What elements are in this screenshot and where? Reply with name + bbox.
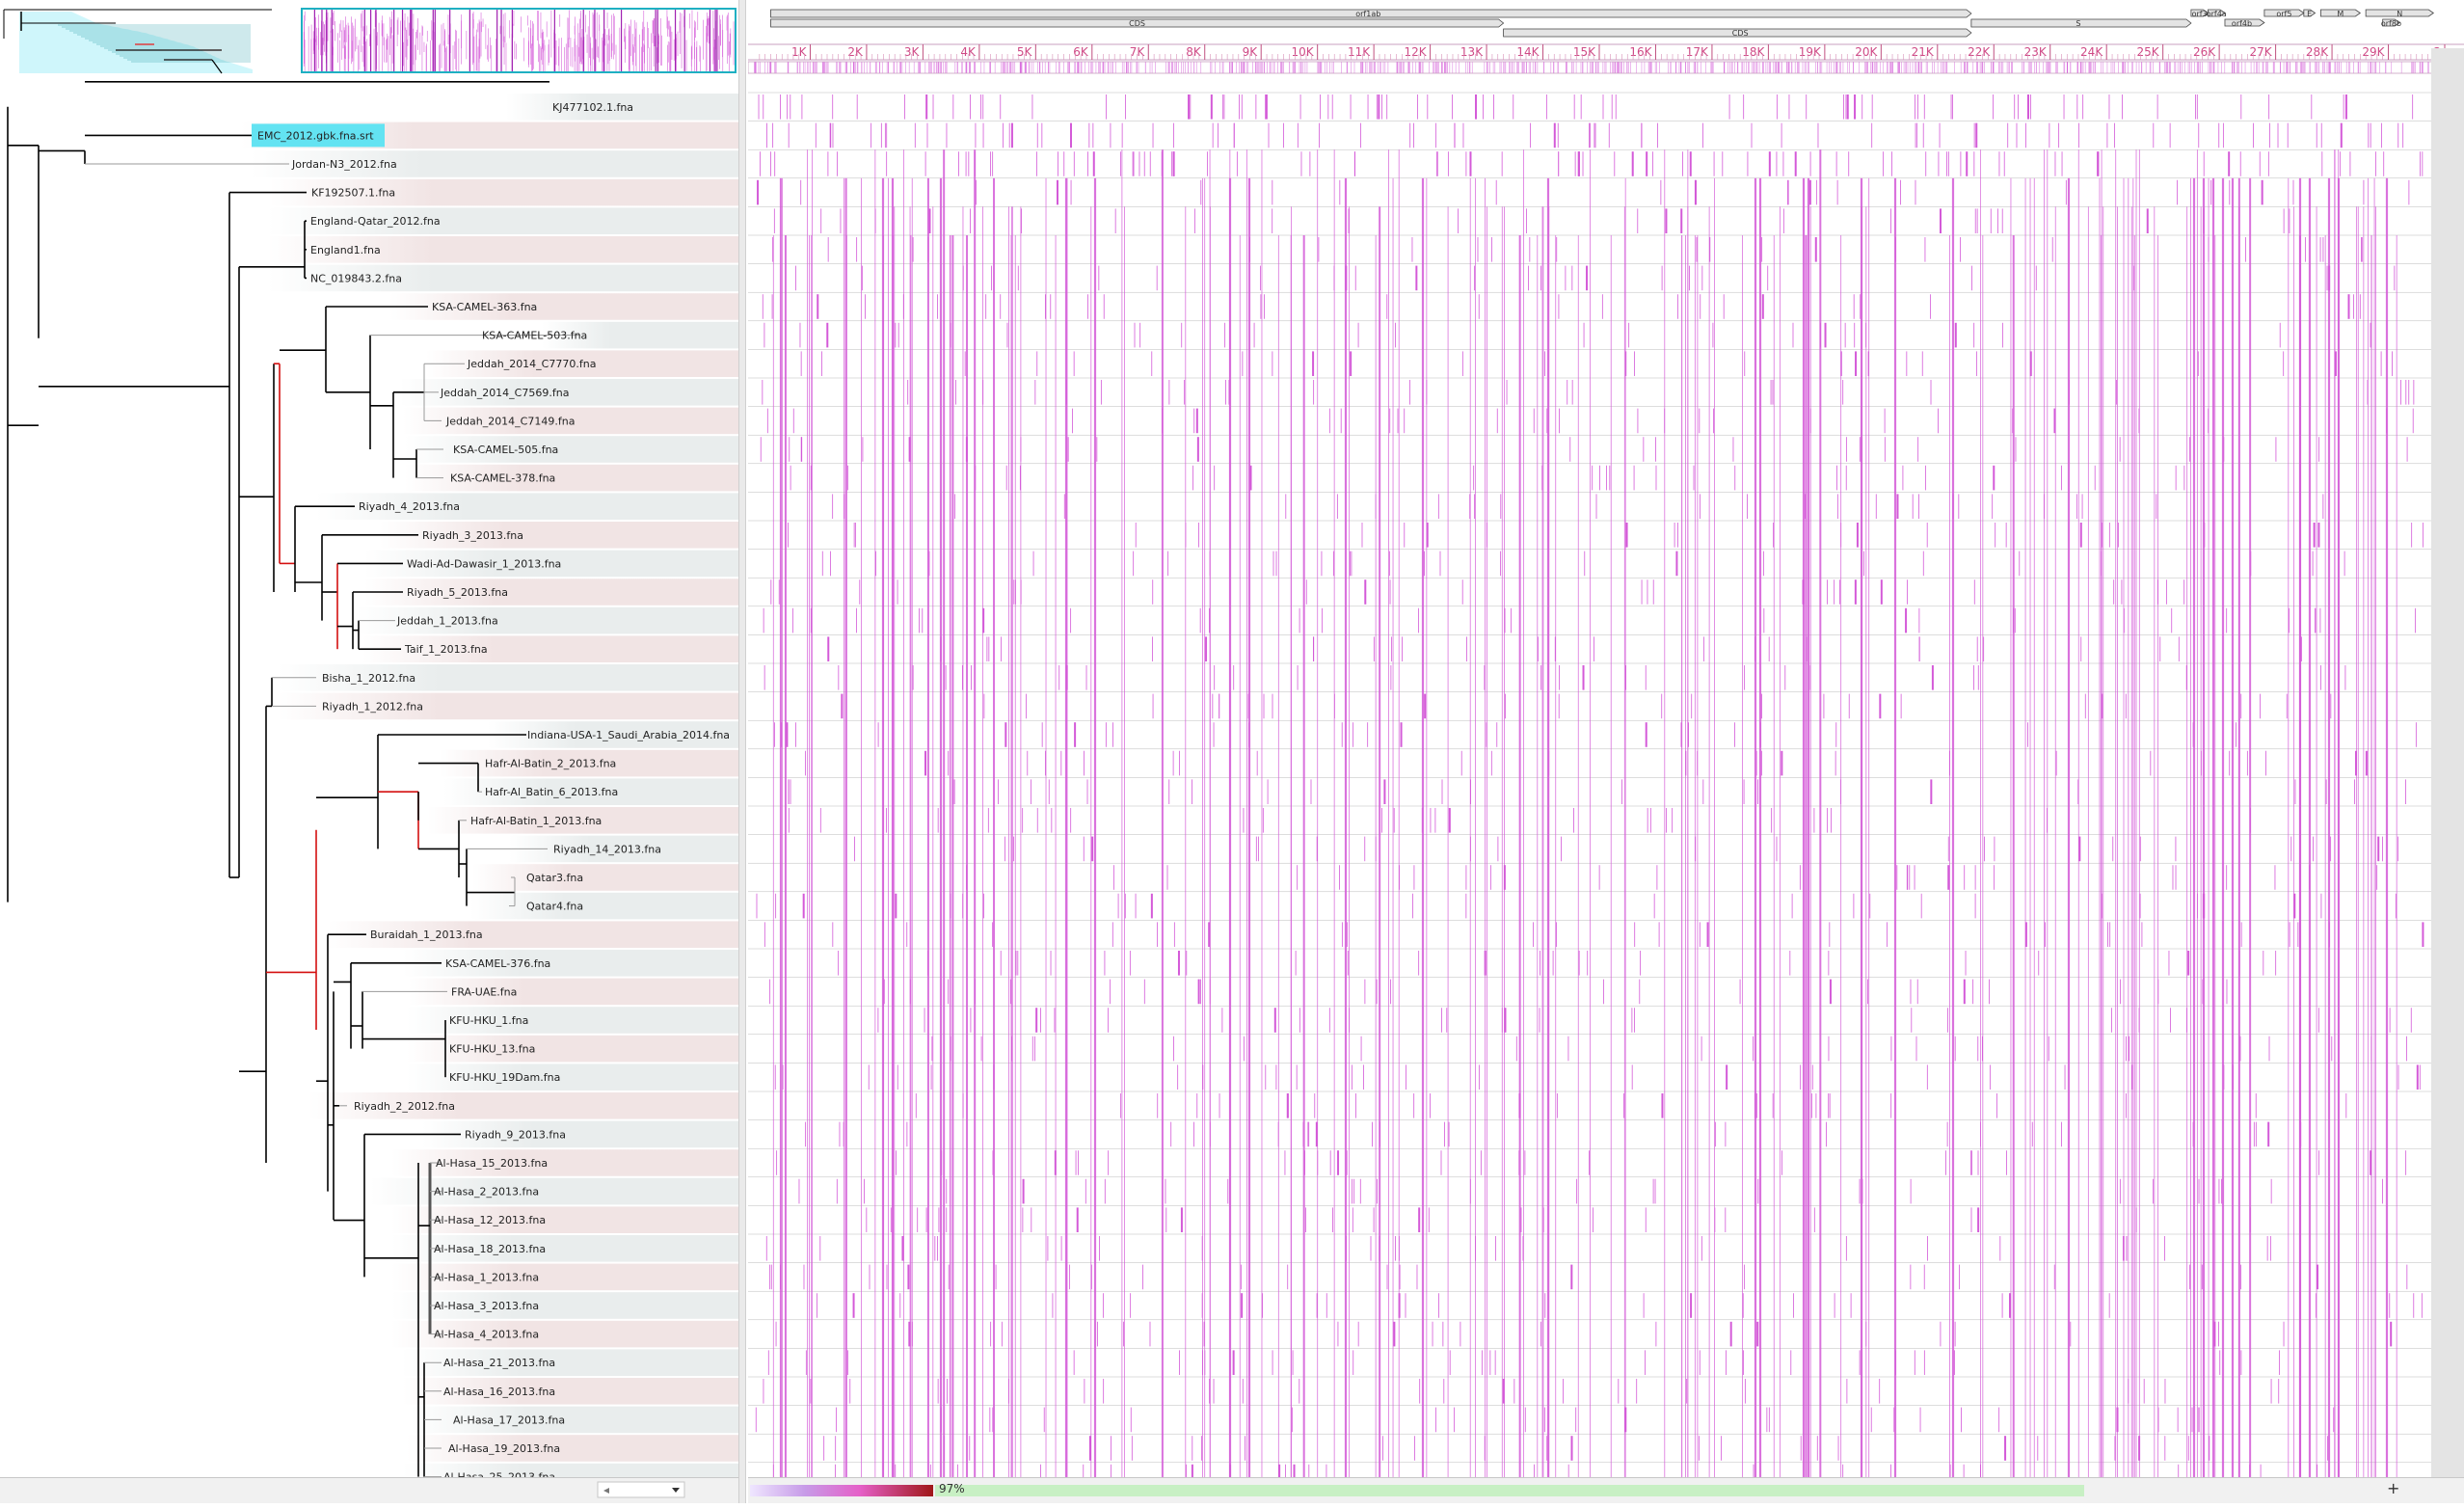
leaf-label-alhasa17[interactable]: Al-Hasa_17_2013.fna (453, 1414, 565, 1426)
tree-overview-panel[interactable] (0, 0, 299, 77)
feature-label-orf8b: orf8b (2381, 19, 2401, 28)
feature-label-m: M (2337, 10, 2343, 18)
gingr-app: orf1ab CDS CDS Sorf3 orf4a orf4b orf5 E M Norf8b 1… (0, 0, 2464, 1503)
leaf-label-alhasa1[interactable]: Al-Hasa_1_2013.fna (434, 1271, 539, 1283)
leaf-label-bisha1[interactable]: Bisha_1_2012.fna (322, 672, 415, 685)
feature-label-cds: CDS (1129, 19, 1145, 28)
tree-overview-thumbnail[interactable] (0, 0, 299, 77)
leaf-label-nc019843[interactable]: NC_019843.2.fna (310, 272, 402, 284)
leaf-label-qatar4[interactable]: Qatar4.fna (526, 901, 583, 913)
leaf-label-alhasa16[interactable]: Al-Hasa_16_2013.fna (443, 1386, 555, 1398)
leaf-label-england-qatar[interactable]: England-Qatar_2012.fna (310, 215, 441, 228)
leaf-label-c7569[interactable]: Jeddah_2014_C7569.fna (440, 387, 569, 399)
leaf-label-taif1[interactable]: Taif_1_2013.fna (404, 643, 488, 656)
feature-label-orf4a: orf4a (2207, 10, 2227, 18)
feature-label-e: E (2307, 10, 2312, 18)
leaf-label-kfu19[interactable]: KFU-HKU_19Dam.fna (449, 1071, 560, 1084)
color-scale-legend (750, 1485, 933, 1496)
leaf-label-riyadh3[interactable]: Riyadh_3_2013.fna (422, 529, 523, 542)
ruler-label: 3K (904, 45, 921, 59)
leaf-label-alhasa2[interactable]: Al-Hasa_2_2013.fna (434, 1186, 539, 1198)
ruler-label: 8K (1186, 45, 1202, 59)
leaf-label-alhasa3[interactable]: Al-Hasa_3_2013.fna (434, 1300, 539, 1312)
ruler-label: 2K (847, 45, 864, 59)
leaf-label-kf192507[interactable]: KF192507.1.fna (311, 187, 395, 200)
leaf-label-riyadh9[interactable]: Riyadh_9_2013.fna (465, 1128, 566, 1141)
ruler-label: 4K (960, 45, 977, 59)
leaf-label-hafr2[interactable]: Hafr-Al-Batin_2_2013.fna (485, 758, 616, 770)
tree-scrollbar[interactable] (0, 1477, 738, 1503)
feature-label-orf5: orf5 (2276, 10, 2291, 18)
identity-percent: 97% (939, 1482, 965, 1495)
phylogenetic-tree-panel[interactable]: KJ477102.1.fna EMC_2012.gbk.fna.srt Jordan… (0, 77, 738, 1491)
ruler-label: 5K (1017, 45, 1033, 59)
leaf-label-alhasa4[interactable]: Al-Hasa_4_2013.fna (434, 1329, 539, 1341)
leaf-label-camel363[interactable]: KSA-CAMEL-363.fna (432, 301, 537, 313)
leaf-label-hafr1[interactable]: Hafr-Al-Batin_1_2013.fna (470, 815, 602, 827)
leaf-label-riyadh2[interactable]: Riyadh_2_2012.fna (354, 1100, 455, 1113)
leaf-label-alhasa21[interactable]: Al-Hasa_21_2013.fna (443, 1357, 555, 1369)
leaf-label-camel505[interactable]: KSA-CAMEL-505.fna (453, 444, 558, 456)
alignment-overview-panel[interactable] (301, 8, 737, 73)
leaf-label-camel378[interactable]: KSA-CAMEL-378.fna (450, 472, 555, 485)
leaf-label-alhasa15[interactable]: Al-Hasa_15_2013.fna (436, 1157, 548, 1170)
feature-label-orf3: orf3 (2192, 10, 2208, 18)
leaf-label-wadi[interactable]: Wadi-Ad-Dawasir_1_2013.fna (407, 557, 561, 570)
feature-label-n: N (2397, 10, 2402, 18)
feature-label-orf1ab: orf1ab (1355, 10, 1380, 18)
alignment-overview-thumbnail[interactable] (303, 10, 735, 71)
leaf-label-indiana[interactable]: Indiana-USA-1_Saudi_Arabia_2014.fna (527, 729, 730, 741)
leaf-label-hafr6[interactable]: Hafr-Al_Batin_6_2013.fna (485, 786, 618, 798)
status-bar (748, 1477, 2464, 1503)
leaf-label-jordan[interactable]: Jordan-N3_2012.fna (291, 158, 397, 171)
leaf-label-alhasa19[interactable]: Al-Hasa_19_2013.fna (448, 1442, 560, 1455)
leaf-label-c7770[interactable]: Jeddah_2014_C7770.fna (467, 358, 596, 370)
alignment-panel[interactable] (748, 77, 2447, 1492)
identity-bar (935, 1485, 2084, 1496)
feature-label-cds: CDS (1732, 29, 1749, 38)
feature-s[interactable] (1970, 18, 2192, 28)
leaf-label-alhasa12[interactable]: Al-Hasa_12_2013.fna (434, 1214, 546, 1226)
leaf-label-kfu13[interactable]: KFU-HKU_13.fna (449, 1043, 535, 1056)
ruler-label: 9K (1243, 45, 1259, 59)
feature-label-s: S (2076, 19, 2080, 28)
leaf-label-riyadh1[interactable]: Riyadh_1_2012.fna (322, 700, 423, 713)
zoom-in-button[interactable]: + (2387, 1479, 2399, 1497)
leaf-label-jeddah1[interactable]: Jeddah_1_2013.fna (396, 615, 498, 628)
leaf-label-camel376[interactable]: KSA-CAMEL-376.fna (445, 957, 550, 970)
leaf-label-buraidah1[interactable]: Buraidah_1_2013.fna (370, 929, 483, 941)
genome-annotation-header[interactable]: orf1ab CDS CDS Sorf3 orf4a orf4b orf5 E M Norf8b 1… (747, 0, 2464, 77)
snp-alignment-view[interactable] (748, 77, 2447, 1492)
annotation-track[interactable]: orf1ab CDS CDS Sorf3orf4a orf4b orf5 E M Norf8b 1… (747, 0, 2464, 77)
leaf-label-camel503[interactable]: KSA-CAMEL-503.fna (482, 330, 587, 342)
leaf-label-alhasa18[interactable]: Al-Hasa_18_2013.fna (434, 1243, 546, 1255)
phylogenetic-tree[interactable]: KJ477102.1.fna EMC_2012.gbk.fna.srt Jordan… (0, 77, 738, 1491)
leaf-label-riyadh14[interactable]: Riyadh_14_2013.fna (553, 843, 661, 855)
leaf-label-kj477102[interactable]: KJ477102.1.fna (552, 101, 633, 114)
leaf-label-riyadh5[interactable]: Riyadh_5_2013.fna (407, 586, 508, 599)
panel-splitter[interactable] (738, 0, 746, 1503)
ruler-label: 1K (791, 45, 808, 59)
leaf-label-c7149[interactable]: Jeddah_2014_C7149.fna (445, 415, 575, 427)
ruler-label: 7K (1130, 45, 1146, 59)
feature-label-orf4b: orf4b (2232, 19, 2252, 28)
ruler-label: 6K (1073, 45, 1089, 59)
vertical-scrollbar[interactable] (2431, 48, 2464, 1477)
leaf-row-background (370, 1177, 738, 1205)
leaf-label-frauae[interactable]: FRA-UAE.fna (451, 985, 517, 998)
leaf-label-england1[interactable]: England1.fna (310, 244, 381, 256)
leaf-label-riyadh4[interactable]: Riyadh_4_2013.fna (359, 500, 460, 513)
leaf-label-kfu1[interactable]: KFU-HKU_1.fna (449, 1014, 528, 1027)
leaf-label-emc2012[interactable]: EMC_2012.gbk.fna.srt (257, 129, 374, 142)
leaf-label-qatar3[interactable]: Qatar3.fna (526, 872, 583, 884)
